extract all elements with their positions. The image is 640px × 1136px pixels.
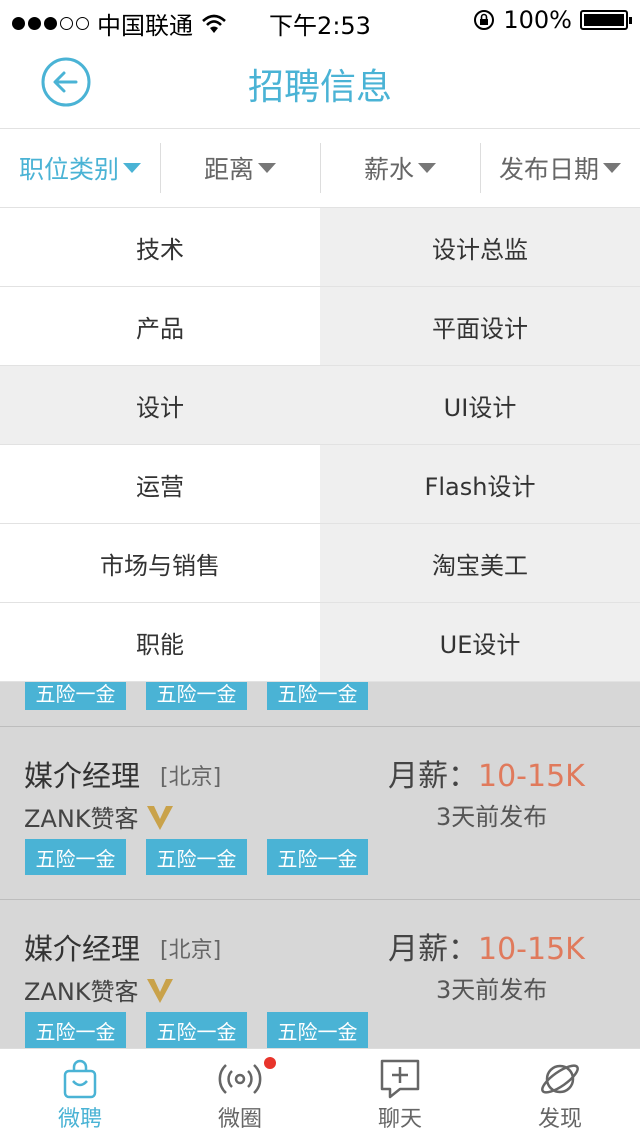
benefit-tag: 五险一金 xyxy=(267,682,368,710)
category-option[interactable]: 市场与销售 xyxy=(0,524,320,603)
category-option[interactable]: 运营 xyxy=(0,445,320,524)
category-dropdown: 技术 产品 设计 运营 市场与销售 职能 设计总监 平面设计 UI设计 Flas… xyxy=(0,208,640,682)
bottom-tab-bar: 微聘 微圈 聊天 发现 xyxy=(0,1048,640,1136)
category-option-selected[interactable]: 设计 xyxy=(0,366,320,445)
subcategory-option[interactable]: UI设计 xyxy=(320,366,640,445)
category-option[interactable]: 技术 xyxy=(0,208,320,287)
benefit-tag: 五险一金 xyxy=(25,682,126,710)
subcategory-option[interactable]: UE设计 xyxy=(320,603,640,682)
battery-percent: 100% xyxy=(503,6,572,34)
tab-weipin[interactable]: 微聘 xyxy=(0,1049,160,1136)
job-city: [北京] xyxy=(160,765,222,790)
benefit-tag: 五险一金 xyxy=(267,1012,368,1048)
job-city: [北京] xyxy=(160,938,222,963)
status-bar: 中国联通 下午2:53 100% xyxy=(0,0,640,40)
caret-down-icon xyxy=(123,163,141,173)
job-list: 五险一金 五险一金 五险一金 媒介经理 [北京] ZANK赞客 月薪：10-15… xyxy=(0,682,640,1048)
salary-value: 10-15K xyxy=(478,759,585,794)
job-title: 媒介经理 xyxy=(24,759,141,793)
bag-icon xyxy=(63,1059,97,1099)
salary-label: 月薪： xyxy=(388,932,478,967)
tab-label: 聊天 xyxy=(377,1107,422,1132)
filter-bar: 职位类别 距离 薪水 发布日期 xyxy=(0,128,640,208)
planet-icon xyxy=(541,1064,579,1094)
caret-down-icon xyxy=(418,163,436,173)
salary-value: 10-15K xyxy=(478,932,585,967)
subcategory-option[interactable]: 淘宝美工 xyxy=(320,524,640,603)
post-time: 3天前发布 xyxy=(436,803,548,831)
filter-post-date[interactable]: 发布日期 xyxy=(480,129,640,207)
category-secondary-list: 设计总监 平面设计 UI设计 Flash设计 淘宝美工 UE设计 xyxy=(320,208,640,682)
subcategory-option[interactable]: Flash设计 xyxy=(320,445,640,524)
post-time: 3天前发布 xyxy=(436,976,548,1004)
category-primary-list: 技术 产品 设计 运营 市场与销售 职能 xyxy=(0,208,320,682)
filter-distance[interactable]: 距离 xyxy=(160,129,320,207)
nav-header: 招聘信息 xyxy=(0,40,640,128)
tab-weiquan[interactable]: 微圈 xyxy=(160,1049,320,1136)
rotation-lock-icon xyxy=(474,10,495,30)
filter-job-category[interactable]: 职位类别 xyxy=(0,129,160,207)
chat-plus-icon xyxy=(380,1059,420,1099)
salary-label: 月薪： xyxy=(388,759,478,794)
job-card[interactable]: 媒介经理 [北京] ZANK赞客 月薪：10-15K 3天前发布 五险一金 五险… xyxy=(0,900,640,1048)
benefit-tag: 五险一金 xyxy=(146,1012,247,1048)
subcategory-option[interactable]: 设计总监 xyxy=(320,208,640,287)
tab-label: 微圈 xyxy=(217,1107,262,1132)
caret-down-icon xyxy=(258,163,276,173)
filter-salary[interactable]: 薪水 xyxy=(320,129,480,207)
tab-discover[interactable]: 发现 xyxy=(480,1049,640,1136)
job-title: 媒介经理 xyxy=(24,932,141,966)
benefit-tag: 五险一金 xyxy=(267,839,368,875)
benefit-tag: 五险一金 xyxy=(146,839,247,875)
benefit-tag: 五险一金 xyxy=(25,839,126,875)
tab-label: 微聘 xyxy=(57,1107,102,1132)
tab-label: 发现 xyxy=(537,1107,582,1132)
notification-badge xyxy=(264,1057,276,1069)
tab-chat[interactable]: 聊天 xyxy=(320,1049,480,1136)
subcategory-option[interactable]: 平面设计 xyxy=(320,287,640,366)
benefit-tag: 五险一金 xyxy=(25,1012,126,1048)
category-option[interactable]: 产品 xyxy=(0,287,320,366)
broadcast-icon xyxy=(218,1064,262,1094)
page-title: 招聘信息 xyxy=(247,67,392,108)
battery-icon xyxy=(580,10,632,30)
job-card[interactable]: 媒介经理 [北京] ZANK赞客 月薪：10-15K 3天前发布 五险一金 五险… xyxy=(0,727,640,900)
job-card[interactable]: 五险一金 五险一金 五险一金 xyxy=(0,682,640,727)
caret-down-icon xyxy=(603,163,621,173)
category-option[interactable]: 职能 xyxy=(0,603,320,682)
benefit-tag: 五险一金 xyxy=(146,682,247,710)
